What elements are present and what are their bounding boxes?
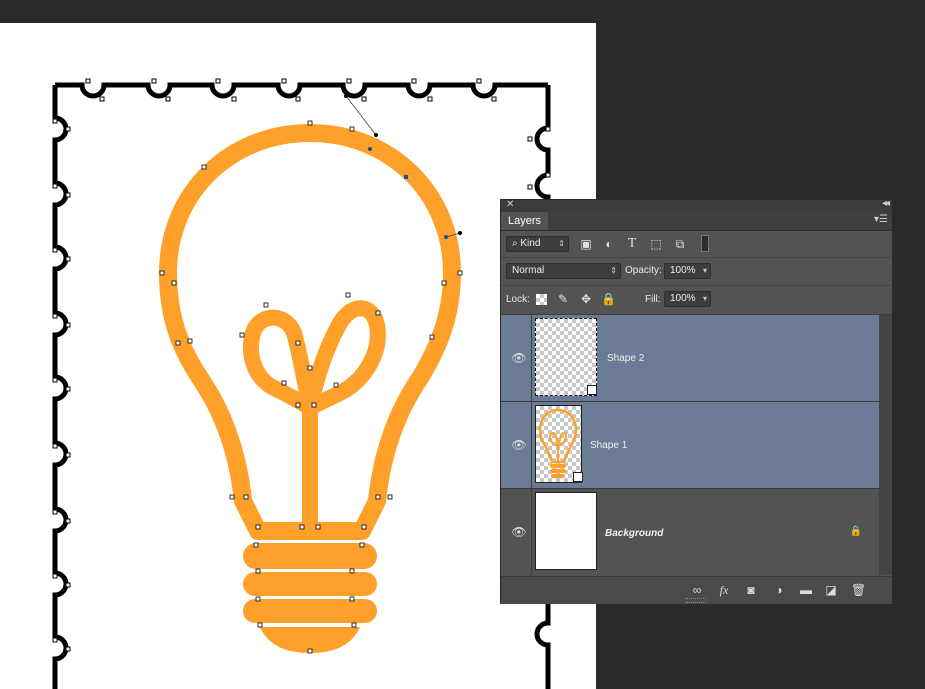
panel-title-bar: ✕ ◂◂ <box>501 198 892 212</box>
filter-kind-label: Kind <box>520 238 541 249</box>
filament <box>243 300 386 531</box>
shape-filter-icon[interactable]: ⬚ <box>649 237 663 251</box>
close-panel-icon[interactable]: ✕ <box>506 199 514 210</box>
layer-separator <box>531 489 532 576</box>
vector-mask-icon <box>587 385 597 395</box>
layer-separator <box>531 402 532 488</box>
bulb-base-ring-2 <box>243 572 377 596</box>
filter-kind-dropdown[interactable]: ⌕ Kind ⇕ <box>506 236 569 252</box>
smart-object-filter-icon[interactable]: ⧉ <box>673 237 687 251</box>
lock-all-icon[interactable]: 🔒 <box>601 292 616 306</box>
layer-name[interactable]: Shape 2 <box>607 353 644 364</box>
new-layer-icon[interactable]: ◪ <box>824 583 838 597</box>
fill-value: 100% <box>670 293 696 304</box>
lock-image-pixels-icon[interactable]: ✎ <box>556 292 570 306</box>
tab-layers[interactable]: Layers <box>501 212 549 230</box>
mask-icon[interactable]: ◙ <box>744 583 758 597</box>
lightbulb-shape <box>159 124 461 653</box>
trash-icon[interactable]: 🗑 <box>851 583 866 597</box>
dropdown-arrow-icon: ⇕ <box>558 239 565 248</box>
fill-label: Fill: <box>645 294 661 305</box>
layers-scrollbar[interactable] <box>879 315 892 575</box>
visibility-eye-icon[interactable]: 👁 <box>511 439 527 451</box>
dropdown-arrow-icon: ▾ <box>702 294 707 303</box>
layer-name[interactable]: Shape 1 <box>590 440 627 451</box>
visibility-eye-icon[interactable]: 👁 <box>511 352 527 364</box>
adjustment-icon[interactable]: ◑ <box>772 583 786 597</box>
layer-shape-1[interactable]: 👁 Shape 1 <box>501 402 879 489</box>
dropdown-arrow-icon: ⇕ <box>610 266 617 275</box>
layer-shape-2[interactable]: 👁 Shape 2 <box>501 315 879 402</box>
lock-label: Lock: <box>506 294 530 305</box>
layer-thumbnail <box>535 492 597 570</box>
filter-toggle-switch[interactable] <box>701 235 709 252</box>
frame-left-edge <box>52 85 69 689</box>
link-icon[interactable]: ∞ <box>690 583 704 597</box>
layer-name[interactable]: Background <box>605 528 663 539</box>
panel-footer: ∞ fx ◙ ◑ ▬ ◪ 🗑 <box>501 576 892 604</box>
folder-icon[interactable]: ▬ <box>799 583 813 597</box>
search-icon: ⌕ <box>512 238 518 249</box>
resize-grip[interactable] <box>686 598 706 603</box>
opacity-value: 100% <box>670 265 696 276</box>
fx-icon[interactable]: fx <box>717 583 731 597</box>
lock-transparent-pixels-icon[interactable] <box>536 294 547 305</box>
blend-mode-value: Normal <box>512 265 545 276</box>
opacity-label: Opacity: <box>625 265 662 276</box>
collapse-panel-icon[interactable]: ◂◂ <box>882 198 890 209</box>
vector-mask-icon <box>573 472 583 482</box>
lock-position-icon[interactable]: ✥ <box>579 292 593 306</box>
panel-menu-icon[interactable]: ▾☰ <box>874 214 888 225</box>
lock-row: Lock: ✎ ✥ 🔒 Fill: 100% ▾ <box>501 286 892 315</box>
visibility-eye-icon[interactable]: 👁 <box>511 526 527 538</box>
opacity-field[interactable]: 100% ▾ <box>664 263 711 279</box>
dropdown-arrow-icon: ▾ <box>702 266 707 275</box>
layer-separator <box>531 315 532 401</box>
layer-filter-row: ⌕ Kind ⇕ ▣ ◐ T ⬚ ⧉ <box>501 231 892 258</box>
lock-icon: 🔒 <box>849 526 863 537</box>
layers-list: 👁 Shape 2 👁 Shape 1 👁 Background 🔒 <box>501 315 892 576</box>
blend-row: Normal ⇕ Opacity: 100% ▾ <box>501 258 892 286</box>
panel-tab-bar: Layers ▾☰ <box>501 212 892 231</box>
blend-mode-dropdown[interactable]: Normal ⇕ <box>506 263 621 279</box>
fill-field[interactable]: 100% ▾ <box>664 291 711 307</box>
layer-background[interactable]: 👁 Background 🔒 <box>501 489 879 576</box>
bulb-base-ring-1 <box>243 543 377 569</box>
pixel-filter-icon[interactable]: ▣ <box>579 237 593 251</box>
type-filter-icon[interactable]: T <box>625 237 639 251</box>
bulb-base-ring-3 <box>243 599 377 623</box>
lightbulb-thumbnail-icon <box>538 408 578 478</box>
frame-top-edge <box>55 82 548 99</box>
adjustment-filter-icon[interactable]: ◐ <box>602 237 616 251</box>
layers-panel: ✕ ◂◂ Layers ▾☰ ⌕ Kind ⇕ ▣ ◐ T ⬚ ⧉ Normal… <box>500 198 893 604</box>
